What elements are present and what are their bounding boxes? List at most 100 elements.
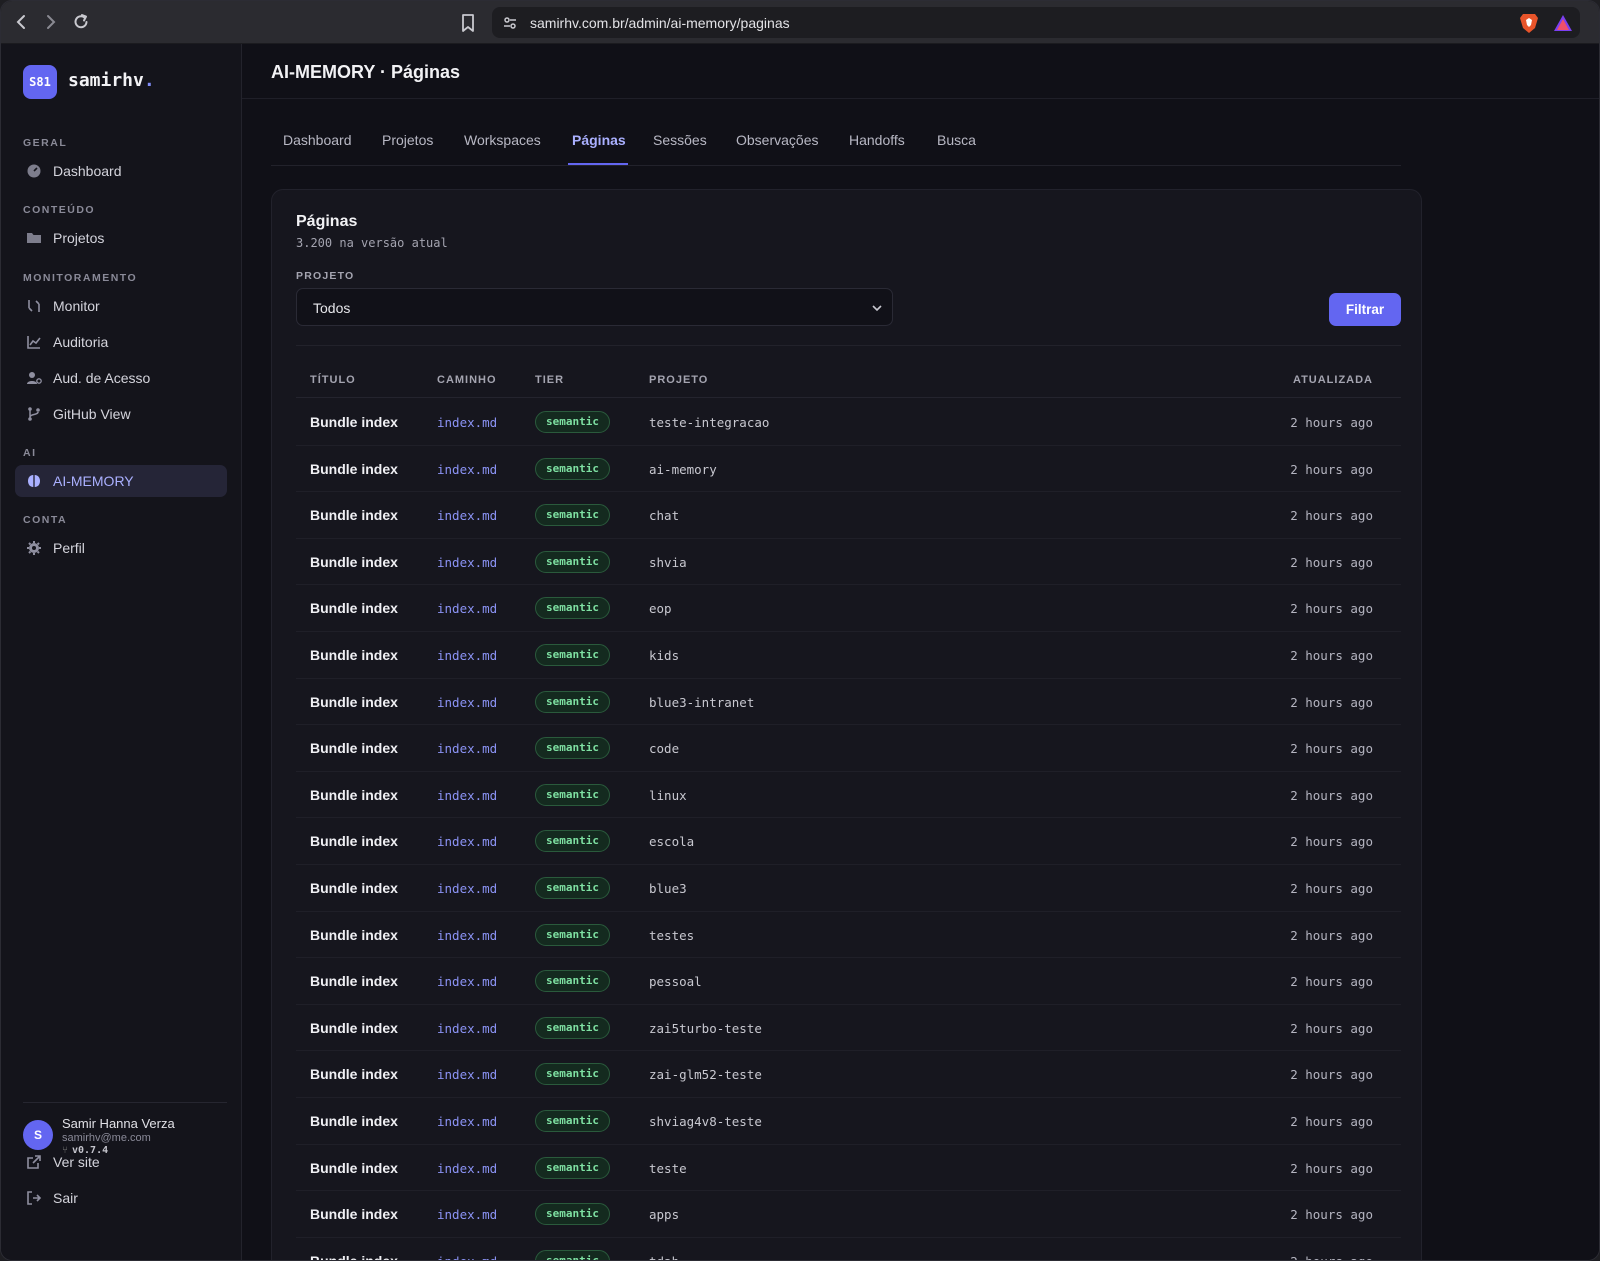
- table-row[interactable]: Bundle index index.md semantic zai5turbo-te…: [296, 1005, 1401, 1052]
- column-header-project[interactable]: PROJETO: [649, 374, 708, 386]
- column-header-title[interactable]: TÍTULO: [310, 374, 356, 386]
- row-title: Bundle index: [310, 600, 398, 617]
- filter-button[interactable]: Filtrar: [1329, 293, 1401, 326]
- table-row[interactable]: Bundle index index.md semantic pessoal 2 hou…: [296, 958, 1401, 1005]
- tab-observacoes[interactable]: Observações: [736, 132, 818, 148]
- tab-busca[interactable]: Busca: [937, 132, 976, 148]
- tier-badge: semantic: [535, 1249, 610, 1260]
- table-row[interactable]: Bundle index index.md semantic code 2 hours …: [296, 725, 1401, 772]
- row-path-link[interactable]: index.md: [437, 648, 497, 663]
- sidebar-item-github-view[interactable]: GitHub View: [15, 398, 227, 430]
- table-row[interactable]: Bundle index index.md semantic blue3 2 hours…: [296, 865, 1401, 912]
- tab-paginas[interactable]: Páginas: [572, 132, 626, 148]
- table-row[interactable]: Bundle index index.md semantic teste 2 hours…: [296, 1145, 1401, 1192]
- row-path-link[interactable]: index.md: [437, 508, 497, 523]
- logout-button[interactable]: Sair: [15, 1182, 227, 1214]
- table-row[interactable]: Bundle index index.md semantic zai-glm52-te…: [296, 1051, 1401, 1098]
- logo-text[interactable]: samirhv.: [68, 70, 155, 91]
- gear-icon: [27, 541, 41, 555]
- table-row[interactable]: Bundle index index.md semantic kids 2 hours …: [296, 632, 1401, 679]
- tab-sessoes[interactable]: Sessões: [653, 132, 707, 148]
- table-row[interactable]: Bundle index index.md semantic testes 2 hour…: [296, 912, 1401, 959]
- table-row[interactable]: Bundle index index.md semantic chat 2 hours …: [296, 492, 1401, 539]
- row-path-link[interactable]: index.md: [437, 601, 497, 616]
- chevron-down-icon: [872, 305, 882, 312]
- table-row[interactable]: Bundle index index.md semantic shviag4v8-te…: [296, 1098, 1401, 1145]
- row-project: zai5turbo-teste: [649, 1020, 762, 1036]
- brave-shield-icon[interactable]: [1519, 12, 1539, 34]
- table-row[interactable]: Bundle index index.md semantic linux 2 hours…: [296, 772, 1401, 819]
- row-path-link[interactable]: index.md: [437, 462, 497, 477]
- sidebar-item-auditoria[interactable]: Auditoria: [15, 326, 227, 358]
- sidebar-item-label: Perfil: [53, 540, 85, 556]
- url-text[interactable]: samirhv.com.br/admin/ai-memory/paginas: [530, 15, 790, 31]
- site-settings-icon[interactable]: [502, 15, 518, 31]
- sidebar-item-aud-acesso[interactable]: Aud. de Acesso: [15, 362, 227, 394]
- tab-projetos[interactable]: Projetos: [382, 132, 433, 148]
- row-title: Bundle index: [310, 1112, 398, 1129]
- row-path-link[interactable]: index.md: [437, 834, 497, 849]
- row-project: blue3: [649, 880, 687, 896]
- row-path-link[interactable]: index.md: [437, 1161, 497, 1176]
- row-path-link[interactable]: index.md: [437, 415, 497, 430]
- row-path-link[interactable]: index.md: [437, 881, 497, 896]
- table-row[interactable]: Bundle index index.md semantic ai-memory 2 h…: [296, 446, 1401, 493]
- table-row[interactable]: Bundle index index.md semantic apps 2 hours …: [296, 1191, 1401, 1238]
- row-path-link[interactable]: index.md: [437, 974, 497, 989]
- tier-badge: semantic: [535, 737, 610, 760]
- table-row[interactable]: Bundle index index.md semantic blue3-intran…: [296, 679, 1401, 726]
- row-project: kids: [649, 647, 680, 663]
- row-path-link[interactable]: index.md: [437, 1021, 497, 1036]
- address-bar[interactable]: samirhv.com.br/admin/ai-memory/paginas: [492, 7, 1580, 38]
- sidebar-item-ai-memory[interactable]: AI-MEMORY: [15, 465, 227, 497]
- row-project: zai-glm52-teste: [649, 1067, 762, 1083]
- row-title: Bundle index: [310, 507, 398, 524]
- reload-icon[interactable]: [70, 11, 92, 33]
- sidebar-item-dashboard[interactable]: Dashboard: [15, 155, 227, 187]
- table-row[interactable]: Bundle index index.md semantic shvia 2 hours…: [296, 539, 1401, 586]
- tab-dashboard[interactable]: Dashboard: [283, 132, 352, 148]
- column-header-tier[interactable]: TIER: [535, 374, 564, 386]
- table-row[interactable]: Bundle index index.md semantic tdah 2 hours …: [296, 1238, 1401, 1260]
- view-site-link[interactable]: Ver site: [15, 1146, 227, 1178]
- project-select[interactable]: Todos: [296, 288, 893, 326]
- row-project: blue3-intranet: [649, 694, 755, 710]
- row-path-link[interactable]: index.md: [437, 928, 497, 943]
- view-site-label: Ver site: [53, 1154, 100, 1170]
- row-updated: 2 hours ago: [1290, 741, 1373, 757]
- column-header-updated[interactable]: ATUALIZADA: [1293, 374, 1373, 386]
- row-path-link[interactable]: index.md: [437, 1067, 497, 1082]
- table-row[interactable]: Bundle index index.md semantic eop 2 hours a…: [296, 585, 1401, 632]
- tier-badge: semantic: [535, 923, 610, 946]
- row-path-link[interactable]: index.md: [437, 741, 497, 756]
- row-path-link[interactable]: index.md: [437, 1254, 497, 1260]
- logo-name: samirhv: [68, 70, 144, 91]
- sidebar-item-perfil[interactable]: Perfil: [15, 532, 227, 564]
- table-row[interactable]: Bundle index index.md semantic teste-integr…: [296, 399, 1401, 446]
- row-path-link[interactable]: index.md: [437, 695, 497, 710]
- tab-workspaces[interactable]: Workspaces: [464, 132, 541, 148]
- rewards-icon[interactable]: [1553, 14, 1573, 32]
- row-path-link[interactable]: index.md: [437, 1207, 497, 1222]
- row-path-link[interactable]: index.md: [437, 555, 497, 570]
- row-path-link[interactable]: index.md: [437, 1114, 497, 1129]
- back-icon[interactable]: [11, 11, 33, 33]
- sidebar: S81 samirhv. GERAL Dashboard CONTEÚDO Pr…: [1, 44, 242, 1260]
- project-select-value: Todos: [313, 300, 351, 316]
- chart-icon: [27, 336, 41, 349]
- row-path-link[interactable]: index.md: [437, 788, 497, 803]
- forward-icon[interactable]: [39, 11, 61, 33]
- sidebar-item-projetos[interactable]: Projetos: [15, 222, 227, 254]
- bookmark-icon[interactable]: [459, 13, 477, 33]
- column-header-path[interactable]: CAMINHO: [437, 374, 497, 386]
- logo-badge[interactable]: S81: [23, 65, 57, 99]
- tab-handoffs[interactable]: Handoffs: [849, 132, 905, 148]
- user-email: samirhv@me.com: [62, 1132, 151, 1144]
- sidebar-item-monitor[interactable]: Monitor: [15, 290, 227, 322]
- row-title: Bundle index: [310, 414, 398, 430]
- table-row[interactable]: Bundle index index.md semantic escola 2 hour…: [296, 818, 1401, 865]
- row-title: Bundle index: [310, 460, 398, 477]
- page-title: AI-MEMORY · Páginas: [271, 62, 461, 82]
- sidebar-item-label: Dashboard: [53, 163, 122, 179]
- row-project: pessoal: [649, 974, 702, 990]
